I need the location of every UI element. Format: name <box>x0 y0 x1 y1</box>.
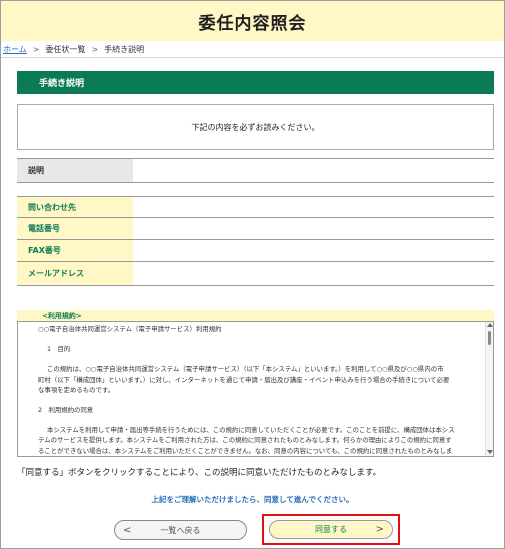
email-value <box>133 262 494 285</box>
terms-line: 本システムを利用して申請・届出等手続を行うためには、この規約に同意していただくこ… <box>47 426 455 435</box>
email-row: メールアドレス <box>17 262 494 286</box>
breadcrumb-current: 手続き説明 <box>104 44 145 54</box>
terms-line: ることができない場合は、本システムをご利用いただくことができません。なお、同意の… <box>38 446 453 455</box>
breadcrumb-divider <box>1 57 504 58</box>
description-value <box>133 159 494 182</box>
breadcrumb-separator: > <box>32 44 40 54</box>
terms-scrollbar[interactable] <box>485 322 493 456</box>
read-notice: 下記の内容を必ずお読みください。 <box>17 104 494 150</box>
section-heading: 手続き説明 <box>17 71 494 94</box>
phone-label: 電話番号 <box>17 218 133 239</box>
fax-label: FAX番号 <box>17 240 133 261</box>
agree-button-label: 同意する <box>315 525 347 534</box>
agree-button-highlight: 同意する > <box>262 514 400 545</box>
agree-note: 「同意する」ボタンをクリックすることにより、この説明に同意いただけたものとみなし… <box>17 468 382 478</box>
terms-scroll-box[interactable]: ○○電子自治体共同運営システム（電子申請サービス）利用規約 1 目的 この規約は… <box>17 321 494 457</box>
terms-line: テムのサービスを提供します。本システムをご利用された方は、この規約に同意されたも… <box>38 436 452 445</box>
proceed-note: 上記をご理解いただけましたら、同意して進んでください。 <box>151 495 354 504</box>
terms-line: な事項を定めるものです。 <box>38 385 115 394</box>
email-label: メールアドレス <box>17 262 133 285</box>
page-title: 委任内容照会 <box>198 13 307 34</box>
breadcrumb-home-link[interactable]: ホーム <box>3 44 27 55</box>
description-label: 説明 <box>17 159 133 182</box>
terms-line: この規約は、○○電子自治体共同運営システム（電子申請サービス）（以下「本システム… <box>47 365 444 374</box>
terms-heading: <利用規約> <box>17 310 494 321</box>
page-header: 委任内容照会 <box>1 1 504 41</box>
read-notice-text: 下記の内容を必ずお読みください。 <box>191 122 320 132</box>
phone-row: 電話番号 <box>17 218 494 240</box>
breadcrumb-list: 委任状一覧 <box>45 44 86 54</box>
contact-row: 問い合わせ先 <box>17 196 494 218</box>
chevron-right-icon: > <box>375 524 384 535</box>
terms-line: 2 利用規約の同意 <box>38 406 94 415</box>
back-to-list-button[interactable]: < 一覧へ戻る <box>114 520 247 540</box>
scroll-thumb[interactable] <box>488 331 491 345</box>
breadcrumb: ホーム > 委任状一覧 > 手続き説明 <box>3 43 144 55</box>
terms-line: ○○電子自治体共同運営システム（電子申請サービス）利用規約 <box>38 325 222 333</box>
fax-row: FAX番号 <box>17 240 494 262</box>
chevron-left-icon: < <box>123 524 132 536</box>
breadcrumb-separator: > <box>91 44 99 54</box>
phone-value <box>133 218 494 239</box>
agree-button[interactable]: 同意する > <box>269 520 393 539</box>
description-row: 説明 <box>17 158 494 183</box>
contact-label: 問い合わせ先 <box>17 197 133 217</box>
terms-line: 町村（以下「構成団体」といいます。）に対し、インターネットを通じて申請・届出及び… <box>38 375 450 384</box>
fax-value <box>133 240 494 261</box>
contact-value <box>133 197 494 217</box>
scroll-up-icon[interactable] <box>487 323 493 327</box>
back-button-label: 一覧へ戻る <box>160 525 201 535</box>
terms-text: ○○電子自治体共同運営システム（電子申請サービス）利用規約 1 目的 この規約は… <box>38 324 478 456</box>
scroll-down-icon[interactable] <box>487 450 493 454</box>
terms-line: 1 目的 <box>47 345 71 354</box>
